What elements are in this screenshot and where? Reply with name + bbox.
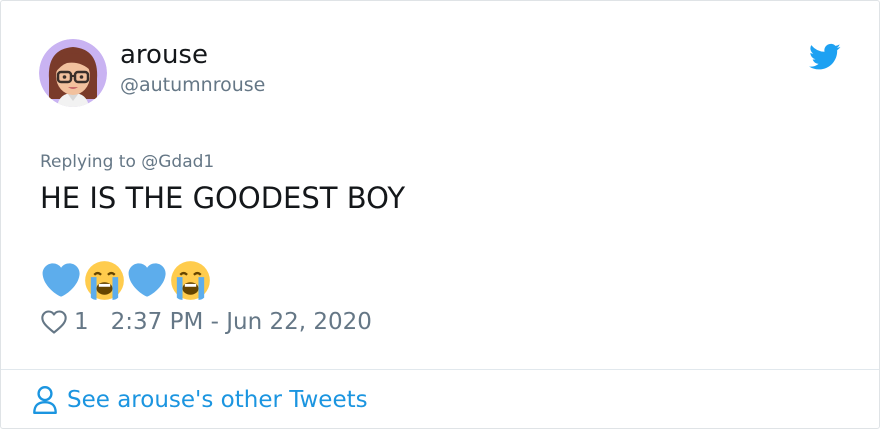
- blue-heart-icon: [128, 262, 166, 297]
- author-handle[interactable]: @autumnrouse: [120, 72, 265, 98]
- blue-heart-icon: [42, 262, 80, 297]
- tweet-text: HE IS THE GOODEST BOY: [40, 181, 406, 215]
- replying-to: Replying to @Gdad1: [40, 150, 214, 174]
- tweet-timestamp[interactable]: 2:37 PM - Jun 22, 2020: [111, 309, 372, 335]
- like-heart-icon[interactable]: [40, 308, 68, 336]
- like-count[interactable]: 1: [74, 309, 89, 335]
- tweet-card: arouse @autumnrouse Replying to @Gdad1 H…: [0, 0, 880, 429]
- user-icon: [33, 385, 57, 415]
- see-other-tweets-label[interactable]: See arouse's other Tweets: [67, 387, 368, 413]
- see-other-tweets-link[interactable]: See arouse's other Tweets: [32, 384, 368, 416]
- avatar-image: [39, 39, 107, 107]
- divider: [1, 369, 879, 370]
- replying-to-handle-link[interactable]: @Gdad1: [141, 152, 214, 172]
- loudly-crying-face-icon: [171, 260, 210, 300]
- twitter-bird-icon[interactable]: [809, 43, 841, 71]
- author-display-name[interactable]: arouse: [120, 39, 208, 71]
- avatar[interactable]: [39, 39, 107, 107]
- replying-to-label: Replying to: [40, 152, 136, 172]
- tweet-meta: 1 2:37 PM - Jun 22, 2020: [40, 307, 372, 337]
- loudly-crying-face-icon: [85, 260, 124, 300]
- emoji-row: [41, 259, 211, 301]
